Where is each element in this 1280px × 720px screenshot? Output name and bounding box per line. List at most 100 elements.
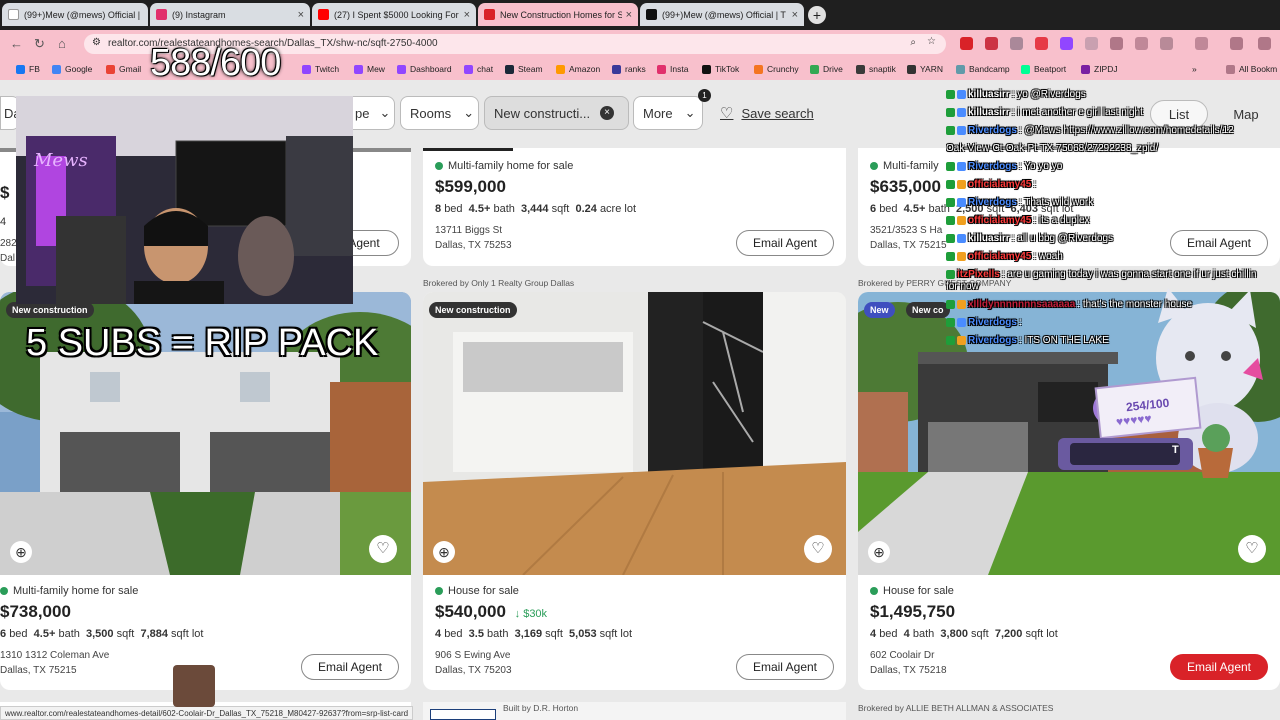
chevron-down-icon: ⌄ bbox=[684, 105, 696, 120]
extension-icon[interactable] bbox=[960, 37, 973, 50]
more-filter[interactable]: More ⌄ bbox=[633, 96, 703, 130]
reload-icon[interactable]: ↻ bbox=[34, 36, 45, 52]
tab-4[interactable]: (99+)Mew (@mews) Official | T × bbox=[640, 3, 804, 26]
bookmark-item[interactable]: ZIPDJ bbox=[1081, 64, 1118, 74]
bookmark-item[interactable]: Beatport bbox=[1021, 64, 1066, 74]
instagram-icon bbox=[156, 9, 167, 20]
chat-text: : @Mews https://www.zillow.com/homedetai… bbox=[1018, 125, 1234, 136]
clear-icon[interactable]: × bbox=[600, 106, 615, 120]
close-icon[interactable]: × bbox=[626, 9, 632, 21]
listing-status: House for sale bbox=[435, 585, 835, 597]
bookmark-item[interactable]: Dashboard bbox=[397, 64, 452, 74]
screen: { "browser": { "tabs": [ {"title": "(99+… bbox=[0, 0, 1280, 720]
tab-2[interactable]: (27) I Spent $5000 Looking For × bbox=[312, 3, 476, 26]
filter-label: More bbox=[643, 105, 673, 121]
tab-1[interactable]: (9) Instagram × bbox=[150, 3, 310, 26]
menu-icon[interactable] bbox=[1258, 37, 1271, 50]
listing-photo[interactable]: New construction ⊕ ♡ bbox=[423, 292, 846, 575]
bookmark-label: Bandcamp bbox=[969, 64, 1010, 74]
chat-message: officialamy45: its a duplex bbox=[946, 212, 1280, 230]
sidebar-icon[interactable] bbox=[1195, 37, 1208, 50]
bookmark-item[interactable]: Mew bbox=[354, 64, 385, 74]
listing-card-top-1[interactable]: Multi-family home for sale $599,000 8 be… bbox=[423, 148, 846, 266]
back-icon[interactable]: ← bbox=[10, 36, 23, 51]
bookmark-item[interactable]: TikTok bbox=[702, 64, 739, 74]
bookmark-item[interactable]: Insta bbox=[657, 64, 688, 74]
email-agent-label: Agent bbox=[348, 236, 380, 250]
virtual-tour-icon[interactable]: ⊕ bbox=[10, 541, 32, 563]
filter-label: Rooms bbox=[410, 105, 452, 121]
bookmark-star-icon[interactable]: ☆ bbox=[927, 36, 936, 47]
listing-specs: 8 bed 4.5+ bath 3,444 sqft 0.24 acre lot bbox=[435, 203, 637, 215]
all-bookmarks[interactable]: All Bookm bbox=[1226, 64, 1277, 74]
listing-address: 282 Dal bbox=[0, 236, 17, 266]
bookmark-item[interactable]: Drive bbox=[810, 64, 843, 74]
emote-image bbox=[173, 665, 215, 707]
extension-icon[interactable] bbox=[1060, 37, 1073, 50]
extension-icon[interactable] bbox=[1010, 37, 1023, 50]
bookmark-item[interactable]: chat bbox=[464, 64, 493, 74]
bookmark-item[interactable]: Steam bbox=[505, 64, 543, 74]
amazon-icon bbox=[556, 64, 565, 74]
email-agent-button[interactable]: Email Agent bbox=[736, 654, 834, 680]
bookmark-item[interactable]: Gmail bbox=[106, 64, 141, 74]
more-bookmarks-icon[interactable]: » bbox=[1192, 64, 1197, 74]
close-icon[interactable]: × bbox=[464, 9, 470, 21]
listing-status: House for sale bbox=[870, 585, 1270, 597]
close-icon[interactable]: × bbox=[298, 9, 304, 21]
listing-beds: 4 bbox=[0, 216, 7, 228]
extension-icon[interactable] bbox=[1110, 37, 1123, 50]
bookmark-item[interactable]: FB bbox=[16, 64, 40, 74]
bookmark-item[interactable]: Crunchy bbox=[754, 64, 799, 74]
favorite-heart-icon[interactable]: ♡ bbox=[1238, 535, 1266, 563]
extension-icon[interactable] bbox=[1085, 37, 1098, 50]
site-info-icon[interactable]: ⚙ bbox=[92, 37, 101, 48]
listing-price: $599,000 bbox=[435, 177, 506, 196]
email-agent-button[interactable]: Email Agent bbox=[301, 654, 399, 680]
new-construction-badge: New construction bbox=[6, 302, 94, 318]
rooms-filter[interactable]: Rooms ⌄ bbox=[400, 96, 479, 130]
extension-icon[interactable] bbox=[985, 37, 998, 50]
email-agent-button-hover[interactable]: Email Agent bbox=[1170, 654, 1268, 680]
chat-text: : i met another e girl last night bbox=[1011, 107, 1143, 118]
profile-icon[interactable] bbox=[1230, 37, 1243, 50]
instagram-icon bbox=[657, 64, 666, 74]
new-construction-badge: New construction bbox=[429, 302, 517, 318]
listing-card-1[interactable]: New construction ⊕ ♡ House for sale $540… bbox=[423, 292, 846, 690]
tab-title: (99+)Mew (@mews) Official | T bbox=[24, 9, 142, 20]
bookmark-item[interactable]: Bandcamp bbox=[956, 64, 1010, 74]
email-agent-button[interactable]: Email Agent bbox=[736, 230, 834, 256]
listing-status: Multi-family home for sale bbox=[435, 160, 834, 172]
extension-icon[interactable] bbox=[1135, 37, 1148, 50]
drive-icon bbox=[810, 64, 819, 74]
tab-0[interactable]: (99+)Mew (@mews) Official | T bbox=[2, 3, 148, 26]
new-tab-button[interactable]: + bbox=[808, 6, 826, 24]
twitch-icon bbox=[302, 64, 311, 74]
zoom-icon[interactable]: ⌕ bbox=[910, 37, 916, 48]
tab-3-active[interactable]: New Construction Homes for S × bbox=[478, 3, 638, 26]
bookmark-item[interactable]: YARN bbox=[907, 64, 943, 74]
favorite-heart-icon[interactable]: ♡ bbox=[369, 535, 397, 563]
close-icon[interactable]: × bbox=[792, 9, 798, 21]
tab-title: (9) Instagram bbox=[172, 9, 226, 20]
chat-message: Riverdogs: Yo yo yo bbox=[946, 158, 1280, 176]
bookmark-item[interactable]: Amazon bbox=[556, 64, 600, 74]
puzzle-icon[interactable] bbox=[1160, 37, 1173, 50]
bookmark-item[interactable]: ranks bbox=[612, 64, 646, 74]
status-dot bbox=[0, 587, 8, 595]
webcam-neon-sign: Mews bbox=[34, 150, 88, 171]
extension-icon[interactable] bbox=[1035, 37, 1048, 50]
home-icon[interactable]: ⌂ bbox=[58, 36, 66, 51]
virtual-tour-icon[interactable]: ⊕ bbox=[433, 541, 455, 563]
new-construction-filter[interactable]: New constructi... × bbox=[484, 96, 629, 130]
save-search-button[interactable]: ♡ Save search bbox=[720, 104, 814, 122]
bookmark-item[interactable]: snaptik bbox=[856, 64, 896, 74]
virtual-tour-icon[interactable]: ⊕ bbox=[868, 541, 890, 563]
tab-title: New Construction Homes for S bbox=[500, 9, 622, 20]
favorite-heart-icon[interactable]: ♡ bbox=[804, 535, 832, 563]
chat-text: : its a duplex bbox=[1033, 215, 1090, 226]
bookmark-label: Google bbox=[65, 64, 93, 74]
bookmark-item[interactable]: Google bbox=[52, 64, 92, 74]
listing-price: $540,000 bbox=[435, 602, 506, 621]
bookmark-item[interactable]: Twitch bbox=[302, 64, 339, 74]
